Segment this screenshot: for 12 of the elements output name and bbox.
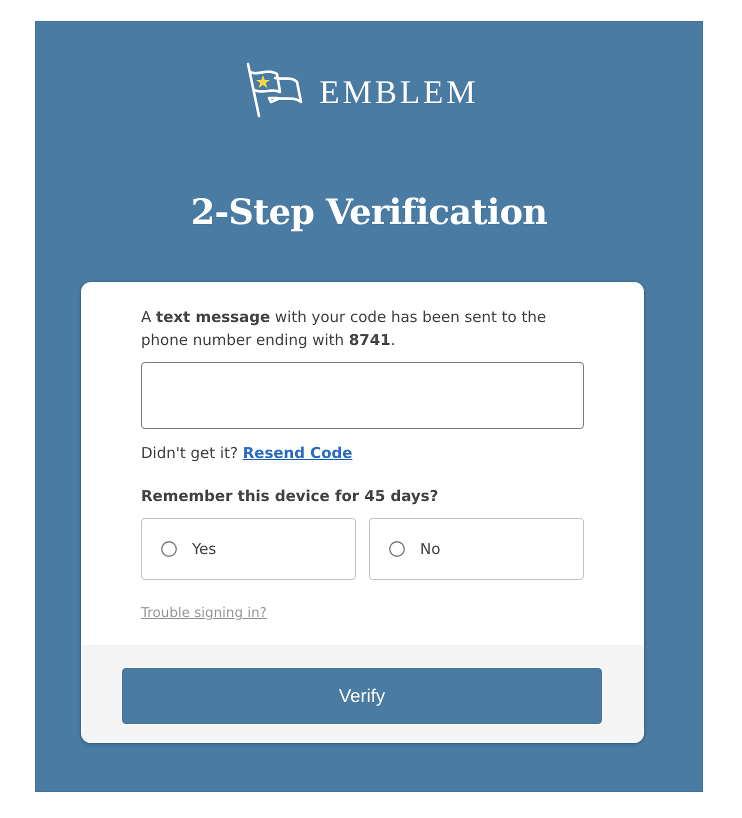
radio-option[interactable]: Yes xyxy=(141,518,356,580)
message-text: A text message with your code has been sent to the phone number ending with 8741. xyxy=(141,307,548,351)
code-input[interactable] xyxy=(141,362,584,429)
resend-code-link[interactable]: Resend Code xyxy=(242,444,352,462)
brand-name: EMBLEM xyxy=(319,74,479,110)
page-title: 2-Step Verification xyxy=(190,191,548,235)
trouble-signing-in-link[interactable]: Trouble signing in? xyxy=(141,603,267,623)
radio-option[interactable]: No xyxy=(369,518,584,580)
verify-button[interactable]: Verify xyxy=(122,668,602,724)
remember-question: Remember this device for 45 days? xyxy=(141,486,440,507)
flag-icon xyxy=(245,62,304,118)
resend-text: Didn't get it? Resend Code xyxy=(141,443,354,464)
